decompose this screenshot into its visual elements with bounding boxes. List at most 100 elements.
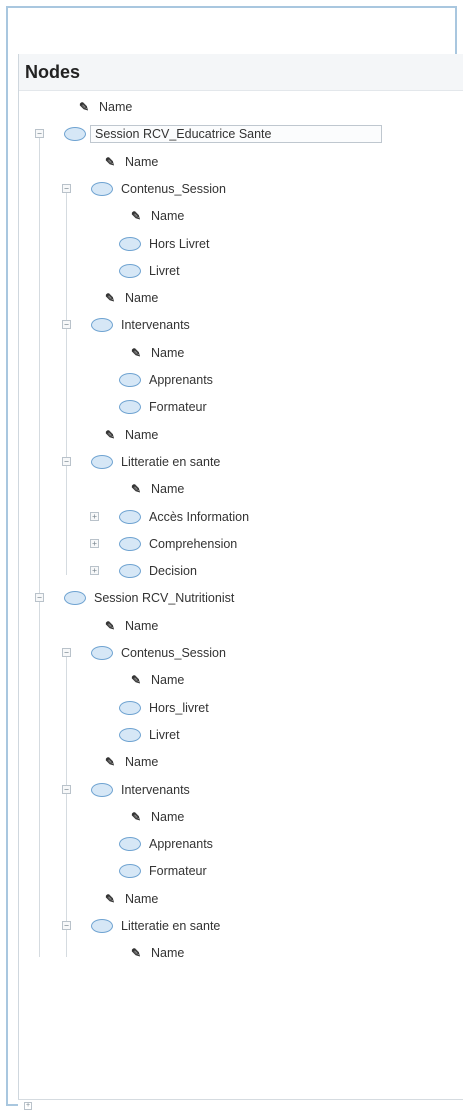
attribute-label: Name bbox=[151, 809, 185, 824]
tree-attribute-row[interactable]: ✎ Name bbox=[19, 204, 463, 228]
collapse-icon[interactable]: − bbox=[62, 784, 71, 794]
tree-node-row[interactable]: Hors_livret bbox=[19, 696, 463, 720]
node-label: Hors_livret bbox=[149, 700, 209, 715]
expand-icon[interactable]: + bbox=[90, 511, 99, 521]
attribute-pin-icon: ✎ bbox=[79, 100, 90, 114]
tree-attribute-row[interactable]: ✎ Name bbox=[19, 150, 463, 174]
node-ellipse-icon bbox=[119, 400, 141, 415]
collapse-icon[interactable]: − bbox=[35, 593, 44, 603]
node-ellipse-icon bbox=[119, 536, 141, 551]
attribute-pin-icon: ✎ bbox=[105, 618, 116, 633]
node-ellipse-icon bbox=[119, 700, 141, 715]
attribute-label: Name bbox=[151, 345, 185, 360]
node-ellipse-icon bbox=[119, 864, 141, 879]
tree-attribute-row[interactable]: ✎ Name bbox=[19, 750, 463, 774]
collapse-icon[interactable]: − bbox=[62, 320, 71, 330]
node-label: Litteratie en sante bbox=[121, 454, 221, 469]
node-label: Comprehension bbox=[149, 536, 238, 551]
attribute-pin-icon: ✎ bbox=[131, 482, 142, 497]
node-ellipse-icon bbox=[119, 564, 141, 579]
panel-title: Nodes bbox=[19, 54, 463, 91]
node-label: Accès Information bbox=[149, 509, 250, 524]
tree-attribute-row[interactable]: ✎ Name bbox=[19, 477, 463, 501]
node-ellipse-icon bbox=[119, 263, 141, 278]
node-ellipse-icon bbox=[64, 591, 86, 606]
tree-node-row[interactable]: Formateur bbox=[19, 395, 463, 419]
tree-node-row[interactable]: − Litteratie en sante bbox=[19, 914, 463, 938]
tree-node-row[interactable]: − Litteratie en sante bbox=[19, 450, 463, 474]
node-label: Livret bbox=[149, 263, 180, 278]
expand-icon[interactable]: + bbox=[90, 538, 99, 548]
attribute-pin-icon: ✎ bbox=[131, 345, 142, 360]
collapse-icon[interactable]: − bbox=[62, 183, 71, 193]
attribute-pin-icon: ✎ bbox=[105, 755, 116, 770]
tree-node-row[interactable]: Livret bbox=[19, 259, 463, 283]
tree-node-row[interactable]: + Decision bbox=[19, 559, 463, 583]
tree-node-row[interactable]: − Contenus_Session bbox=[19, 177, 463, 201]
tree-node-row[interactable]: Formateur bbox=[19, 859, 463, 883]
collapse-icon[interactable]: − bbox=[62, 921, 71, 930]
node-label: Apprenants bbox=[149, 373, 213, 387]
tree-node-row[interactable]: Apprenants bbox=[19, 832, 463, 856]
tree-attribute-row[interactable]: ✎ Name bbox=[19, 423, 463, 447]
attribute-pin-icon: ✎ bbox=[131, 809, 142, 824]
node-ellipse-icon bbox=[119, 509, 141, 524]
collapse-icon[interactable]: − bbox=[62, 456, 71, 466]
collapse-icon[interactable]: − bbox=[62, 648, 71, 657]
attribute-label: Name bbox=[125, 291, 159, 306]
collapse-icon[interactable]: − bbox=[35, 129, 44, 139]
footer-expand-button[interactable]: + bbox=[24, 1102, 32, 1110]
tree-node-row[interactable]: − Intervenants bbox=[19, 778, 463, 802]
node-label: Litteratie en sante bbox=[121, 919, 221, 933]
node-label: Session RCV_Educatrice Sante bbox=[90, 125, 383, 144]
tree-node-row[interactable]: + Comprehension bbox=[19, 532, 463, 556]
attribute-label: Name bbox=[125, 618, 159, 633]
tree-attribute-row[interactable]: ✎ Name bbox=[19, 286, 463, 310]
tree-node-row[interactable]: − Intervenants bbox=[19, 313, 463, 337]
tree-node-row[interactable]: + Accès Information bbox=[19, 505, 463, 529]
tree-attribute-row[interactable]: ✎ Name bbox=[19, 887, 463, 911]
node-label: Intervenants bbox=[121, 318, 190, 333]
node-ellipse-icon bbox=[91, 454, 113, 469]
attribute-pin-icon: ✎ bbox=[131, 209, 142, 224]
tree-node-row[interactable]: − Session RCV_Educatrice Sante bbox=[19, 122, 463, 146]
node-label: Decision bbox=[149, 564, 197, 579]
attribute-label: Name bbox=[125, 755, 159, 770]
node-ellipse-icon bbox=[119, 727, 141, 742]
node-ellipse-icon bbox=[91, 646, 113, 660]
attribute-pin-icon: ✎ bbox=[105, 427, 116, 442]
attribute-label: Name bbox=[151, 946, 185, 961]
attribute-label: Name bbox=[99, 100, 133, 114]
attribute-pin-icon: ✎ bbox=[105, 154, 116, 169]
attribute-label: Name bbox=[151, 673, 185, 688]
tree-attribute-row[interactable]: ✎ Name bbox=[19, 941, 463, 965]
node-ellipse-icon bbox=[119, 236, 141, 251]
attribute-pin-icon: ✎ bbox=[105, 891, 116, 906]
tree-node-row[interactable]: − Session RCV_Nutritionist bbox=[19, 586, 463, 610]
attribute-pin-icon: ✎ bbox=[105, 291, 116, 306]
tree-node-row[interactable]: Hors Livret bbox=[19, 232, 463, 256]
expand-icon[interactable]: + bbox=[90, 566, 99, 576]
tree-attribute-row[interactable]: ✎ Name bbox=[19, 614, 463, 638]
attribute-label: Name bbox=[125, 154, 159, 169]
tree-attribute-row[interactable]: ✎ Name bbox=[19, 805, 463, 829]
node-label: Intervenants bbox=[121, 782, 190, 797]
node-ellipse-icon bbox=[91, 919, 113, 933]
tree-node-row[interactable]: Livret bbox=[19, 723, 463, 747]
tree-attribute-row[interactable]: ✎ Name bbox=[19, 341, 463, 365]
attribute-pin-icon: ✎ bbox=[131, 673, 142, 688]
tree-attribute-row[interactable]: ✎ Name bbox=[19, 668, 463, 692]
node-ellipse-icon bbox=[91, 318, 113, 333]
node-label: Contenus_Session bbox=[121, 181, 226, 196]
node-ellipse-icon bbox=[91, 782, 113, 797]
attribute-label: Name bbox=[125, 891, 159, 906]
node-ellipse-icon bbox=[119, 837, 141, 852]
node-label: Session RCV_Nutritionist bbox=[94, 591, 235, 606]
tree-node-row[interactable]: − Contenus_Session bbox=[19, 641, 463, 665]
node-label: Formateur bbox=[149, 864, 207, 879]
node-label: Livret bbox=[149, 727, 180, 742]
node-label: Hors Livret bbox=[149, 236, 210, 251]
attribute-pin-icon: ✎ bbox=[131, 946, 142, 961]
tree-attribute-row[interactable]: ✎ Name bbox=[19, 95, 463, 119]
tree-node-row[interactable]: Apprenants bbox=[19, 368, 463, 392]
